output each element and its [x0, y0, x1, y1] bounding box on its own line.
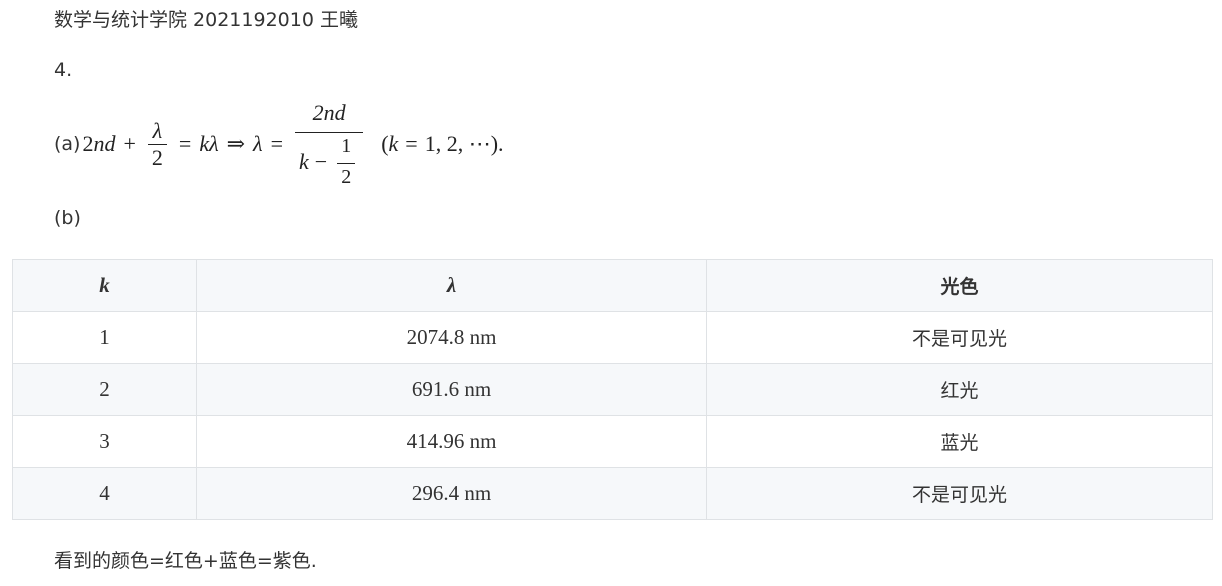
cell-k: 3 — [12, 415, 197, 468]
header-k: k — [12, 259, 197, 312]
problem-number: 4. — [54, 59, 73, 81]
implies-operator: ⇒ — [226, 131, 246, 156]
formula-lhs: 2nd — [82, 131, 116, 156]
cell-color: 蓝光 — [706, 415, 1213, 468]
equals-operator-2: = — [270, 131, 283, 156]
k-lambda-term: kλ — [199, 131, 219, 156]
cell-lambda: 2074.8 nm — [196, 311, 707, 364]
k-range: (k = 1, 2, ⋯). — [381, 131, 504, 156]
one-half-fraction: 1 2 — [337, 135, 356, 188]
cell-lambda: 414.96 nm — [196, 415, 707, 468]
part-a-label: (a) — [54, 133, 81, 155]
cell-color: 不是可见光 — [706, 311, 1213, 364]
table-row: 1 2074.8 nm 不是可见光 — [12, 311, 1213, 364]
part-a-formula: (a) 2nd + λ 2 = kλ ⇒ λ = 2nd k − 1 2 (k … — [54, 96, 504, 192]
lambda-symbol: λ — [253, 131, 263, 156]
cell-k: 2 — [12, 363, 197, 416]
author-header: 数学与统计学院 2021192010 王曦 — [54, 9, 358, 31]
table-row: 2 691.6 nm 红光 — [12, 363, 1213, 416]
equals-operator: = — [178, 131, 192, 156]
header-color: 光色 — [706, 259, 1213, 312]
lambda-solution-fraction: 2nd k − 1 2 — [295, 100, 364, 188]
table-row: 3 414.96 nm 蓝光 — [12, 415, 1213, 468]
header-lambda: λ — [196, 259, 707, 312]
solution-numerator: 2nd — [312, 100, 346, 125]
cell-color: 红光 — [706, 363, 1213, 416]
table-header-row: k λ 光色 — [12, 259, 1213, 312]
conclusion-text: 看到的颜色=红色+蓝色=紫色. — [54, 550, 317, 572]
cell-color: 不是可见光 — [706, 467, 1213, 520]
document-page: 数学与统计学院 2021192010 王曦 4. (a) 2nd + λ 2 =… — [0, 0, 1222, 586]
table-row: 4 296.4 nm 不是可见光 — [12, 467, 1213, 520]
part-b-label: (b) — [54, 207, 81, 229]
cell-lambda: 296.4 nm — [196, 467, 707, 520]
cell-lambda: 691.6 nm — [196, 363, 707, 416]
cell-k: 1 — [12, 311, 197, 364]
plus-operator: + — [123, 131, 136, 156]
cell-k: 4 — [12, 467, 197, 520]
half-lambda-fraction: λ 2 — [147, 118, 167, 171]
wavelength-table: k λ 光色 1 2074.8 nm 不是可见光 2 691.6 nm 红光 3… — [12, 259, 1213, 520]
solution-denominator: k − 1 2 — [295, 133, 363, 188]
